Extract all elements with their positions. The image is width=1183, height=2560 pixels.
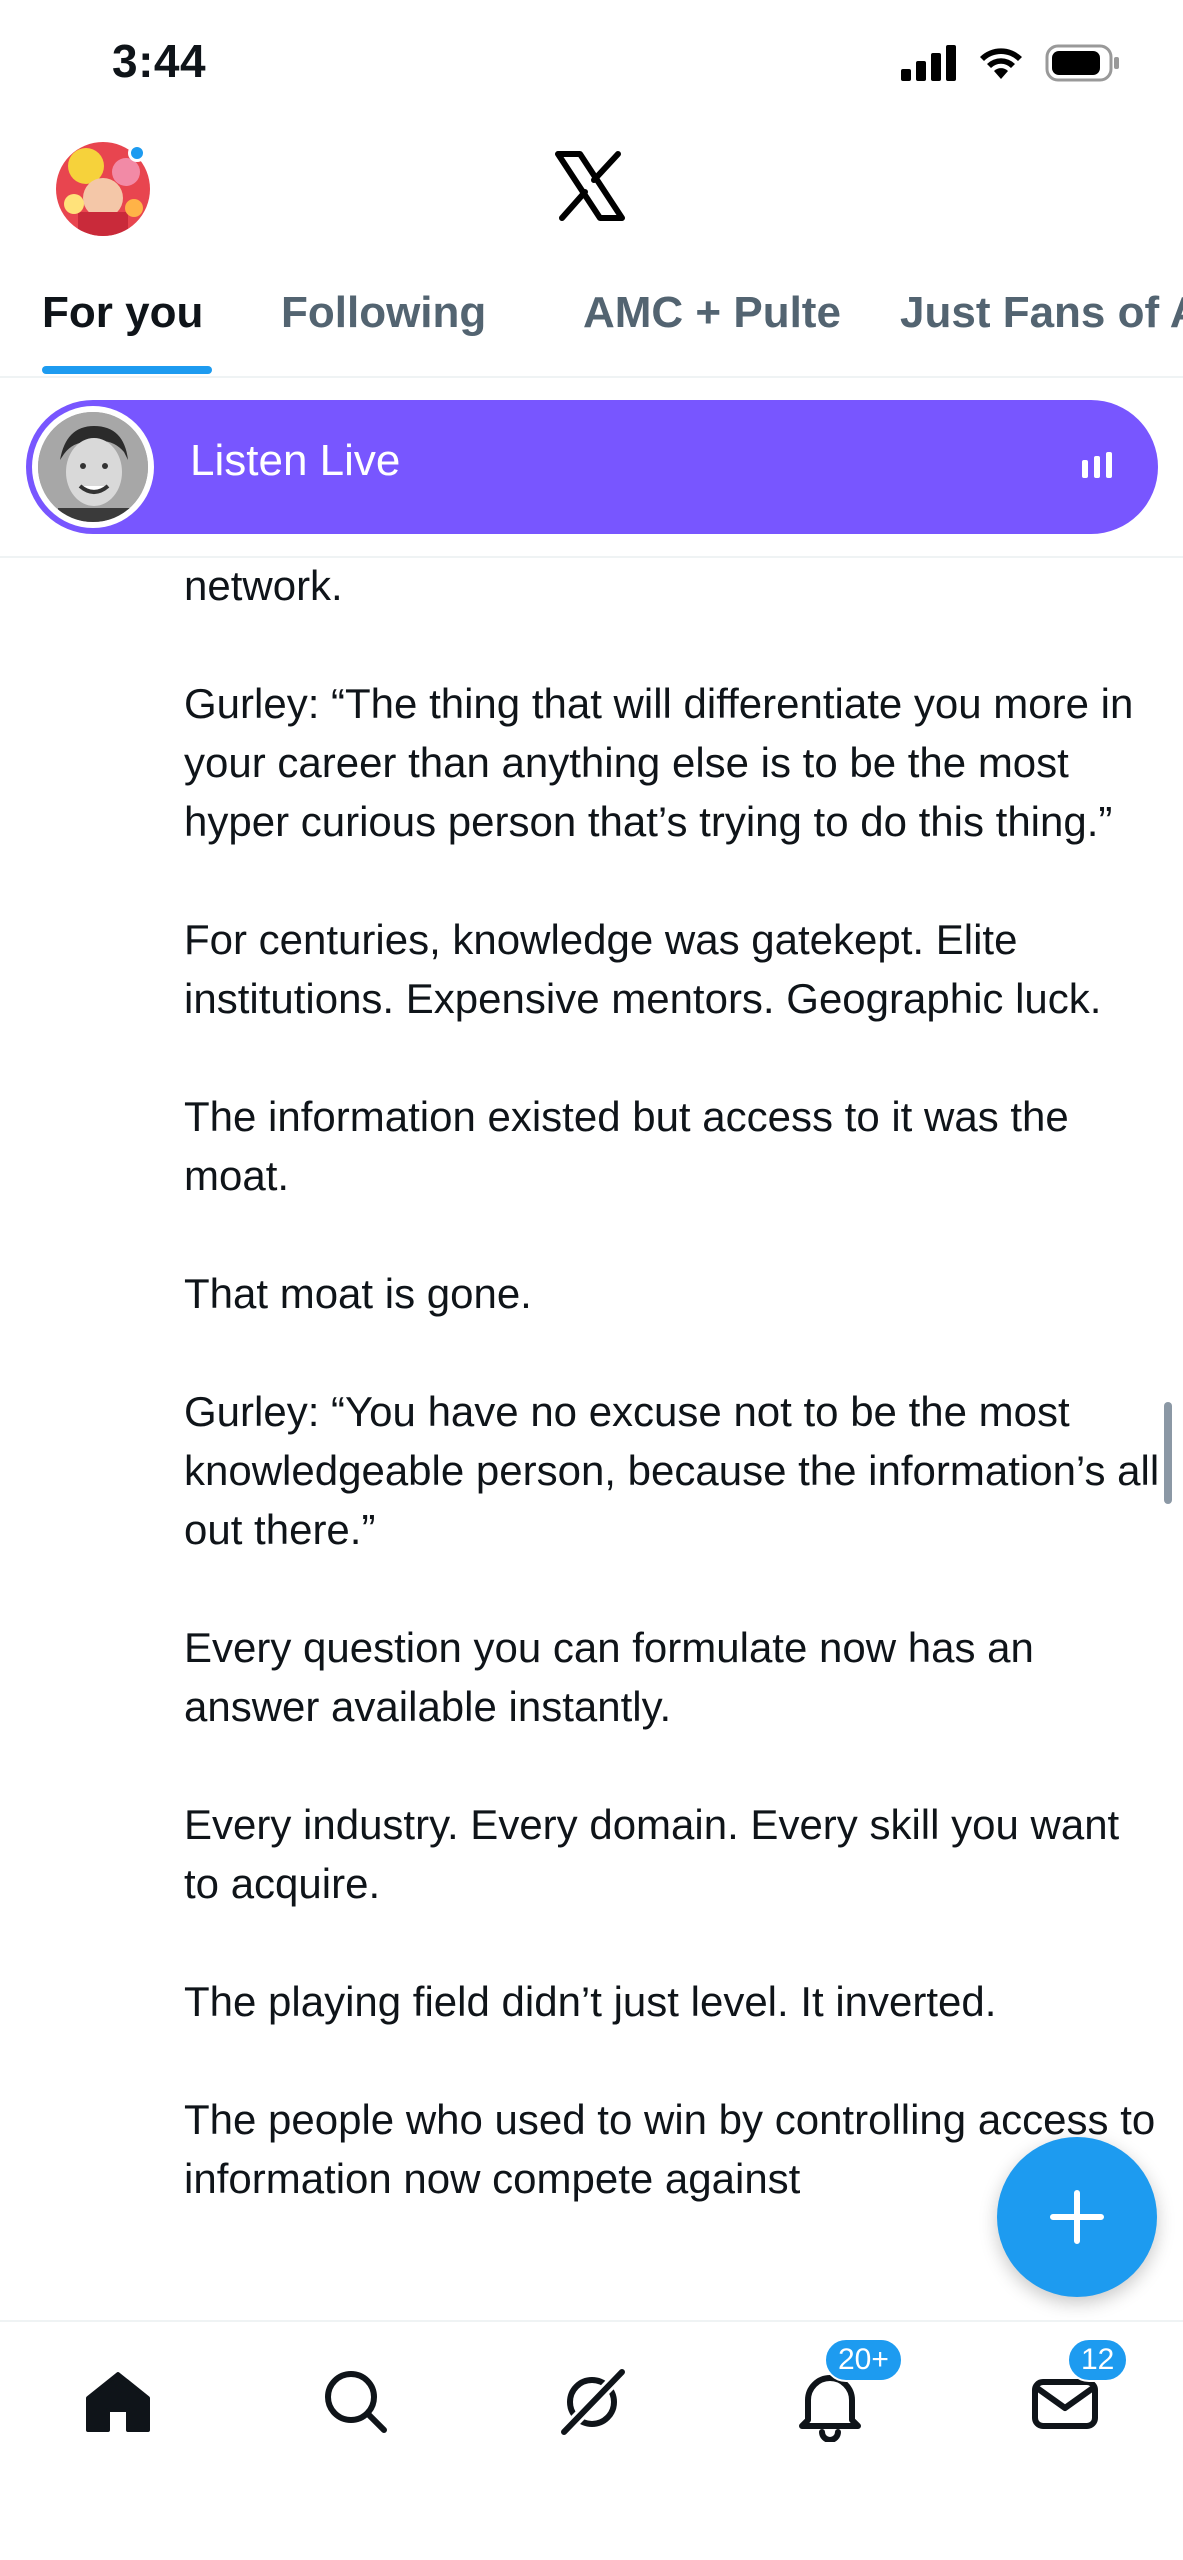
tab-for-you[interactable]: For you [42, 288, 203, 338]
post-text[interactable]: network. Gurley: “The thing that will di… [184, 556, 1164, 2320]
nav-search[interactable] [316, 2362, 396, 2442]
compose-post-button[interactable] [997, 2137, 1157, 2297]
battery-icon [1045, 44, 1119, 82]
top-header [0, 130, 1183, 250]
bottom-nav: 20+ 12 [0, 2320, 1183, 2560]
nav-notifications[interactable]: 20+ [790, 2338, 903, 2443]
tab-amc-pulte[interactable]: AMC + Pulte [583, 288, 841, 338]
post-paragraph: Every question you can formulate now has… [184, 1624, 1034, 1730]
wifi-icon [980, 48, 1022, 79]
nav-home[interactable] [78, 2362, 158, 2442]
plus-icon [1050, 2190, 1104, 2244]
listen-live-label: Listen Live [190, 436, 401, 485]
signal-icon [901, 45, 956, 81]
post-paragraph: Gurley: “You have no excuse not to be th… [184, 1388, 1160, 1553]
x-logo-icon[interactable] [554, 150, 626, 222]
status-icons [901, 40, 1121, 86]
notifications-badge: 20+ [824, 2338, 903, 2382]
status-bar: 3:44 [0, 0, 1183, 130]
post-paragraph: Every industry. Every domain. Every skil… [184, 1801, 1120, 1907]
post-paragraph: That moat is gone. [184, 1270, 532, 1317]
search-icon [325, 2371, 387, 2433]
post-paragraph: Gurley: “The thing that will differentia… [184, 680, 1134, 845]
timeline-tabs: For you Following AMC + Pulte Just Fans … [0, 260, 1183, 378]
tab-following[interactable]: Following [281, 288, 486, 338]
post-paragraph: network. [184, 562, 343, 609]
home-icon [86, 2372, 150, 2432]
nav-grok[interactable] [552, 2362, 632, 2442]
audio-bars-icon [1082, 452, 1112, 478]
active-tab-indicator [42, 366, 212, 374]
post-paragraph: The information existed but access to it… [184, 1093, 1069, 1199]
messages-badge: 12 [1067, 2338, 1129, 2382]
notification-dot [128, 144, 146, 162]
grok-icon [556, 2364, 630, 2440]
listen-live-bar[interactable]: Listen Live [26, 400, 1158, 534]
status-time: 3:44 [112, 35, 207, 87]
host-avatar [32, 406, 154, 528]
post-paragraph: The playing field didn’t just level. It … [184, 1978, 997, 2025]
tab-just-fans[interactable]: Just Fans of A [900, 288, 1183, 338]
x-home-timeline: 3:44 For you Following AMC + Pulte Just … [0, 0, 1183, 2560]
post-paragraph: For centuries, knowledge was gatekept. E… [184, 916, 1102, 1022]
scrollbar-thumb[interactable] [1164, 1402, 1172, 1504]
nav-messages[interactable]: 12 [1025, 2338, 1129, 2442]
